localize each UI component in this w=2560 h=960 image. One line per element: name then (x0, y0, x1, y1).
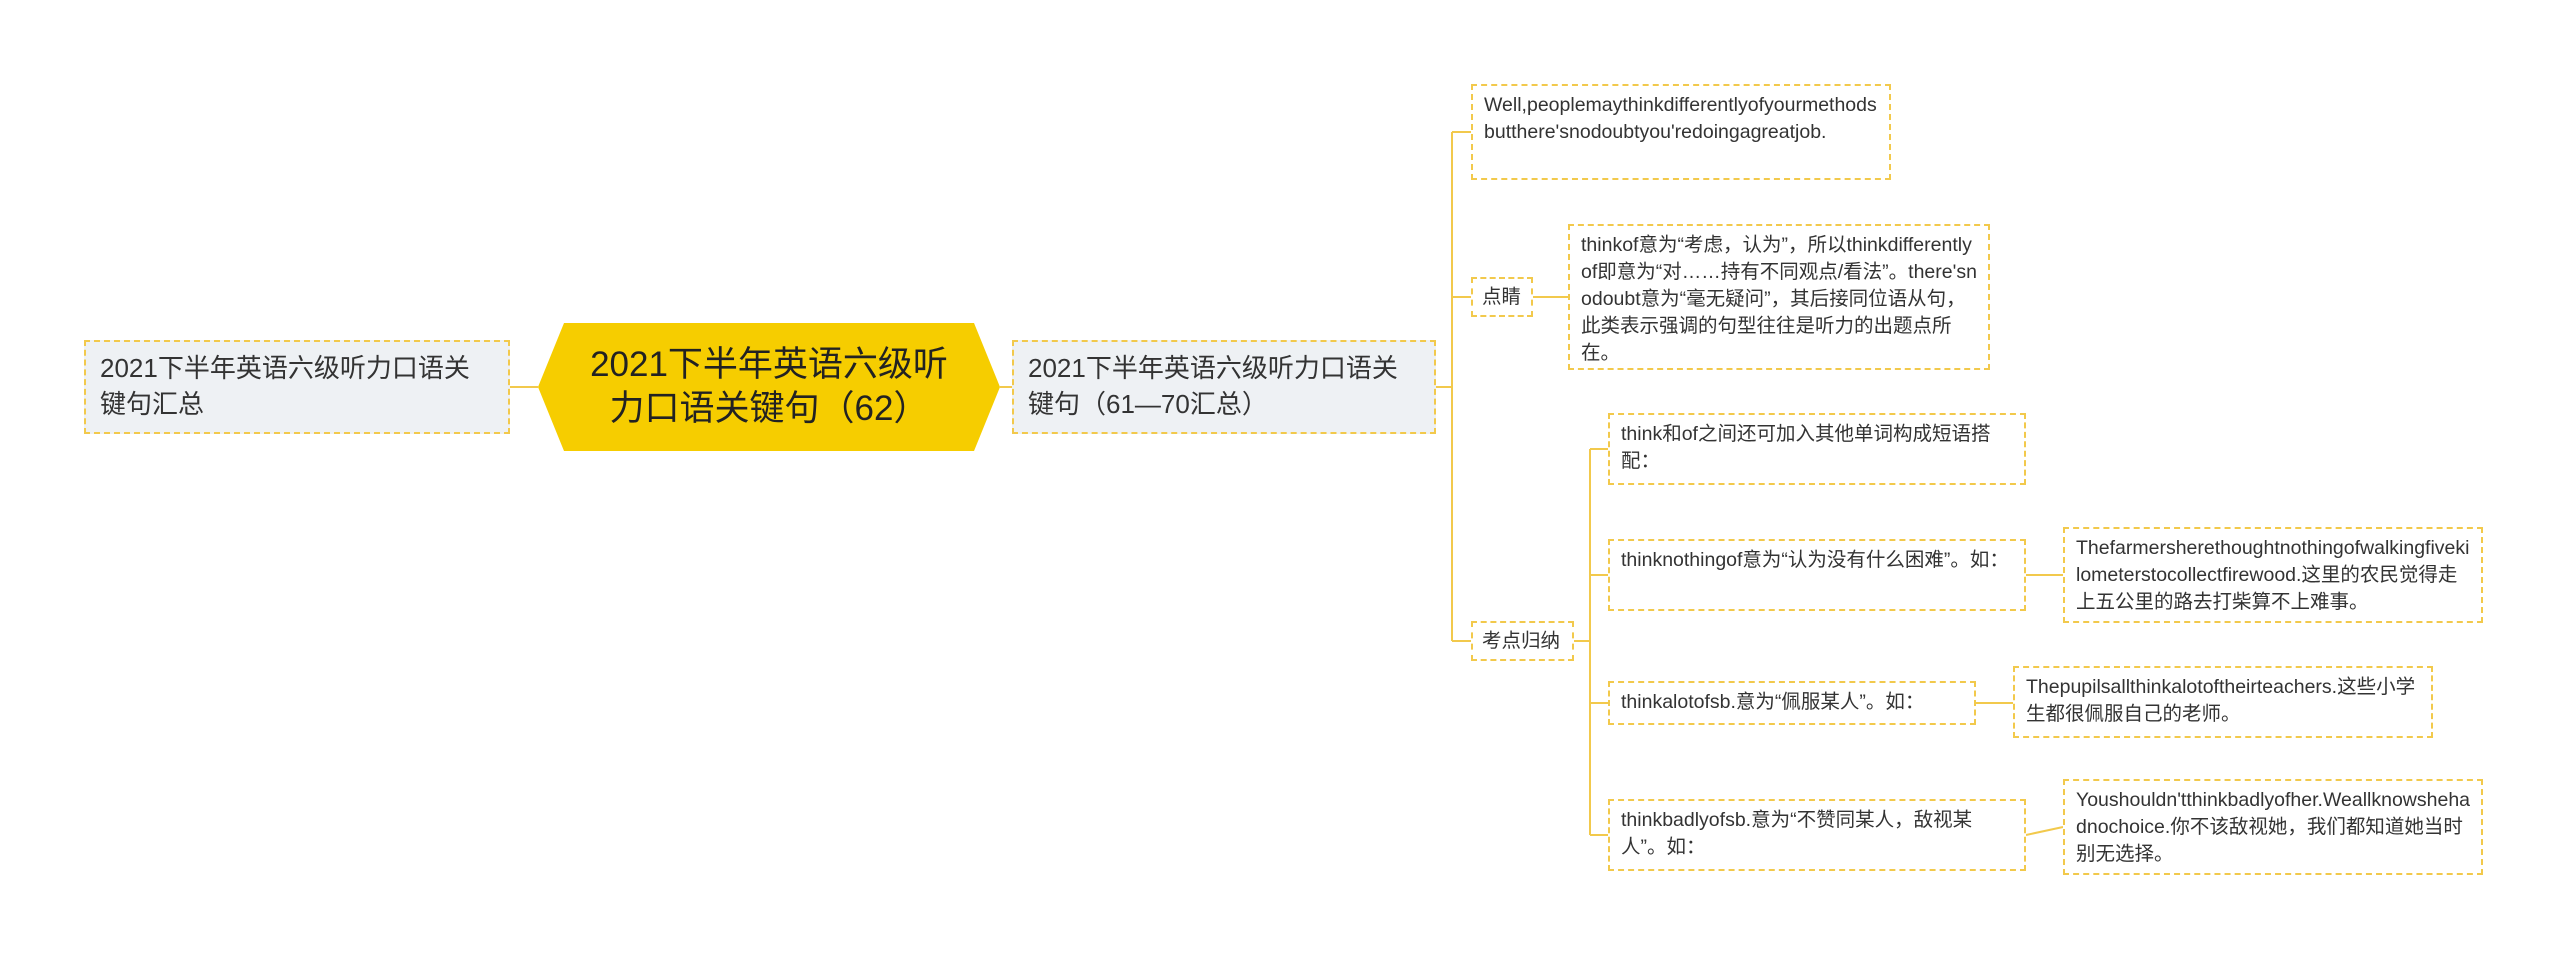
kaodian-item-node[interactable]: thinkbadlyofsb.意为“不赞同某人，敌视某人”。如： (1608, 799, 2026, 871)
left-node-label: 2021下半年英语六级听力口语关键句汇总 (100, 353, 470, 419)
example-node[interactable]: Thepupilsallthinkalotoftheirteachers.这些小… (2013, 666, 2433, 738)
dianjing-note-label: thinkof意为“考虑，认为”，所以thinkdifferentlyof即意为… (1581, 234, 1977, 364)
tag-kaodian-label: 考点归纳 (1482, 630, 1561, 652)
top-note-label: Well,peoplemaythinkdifferentlyofyourmeth… (1484, 94, 1877, 143)
left-node[interactable]: 2021下半年英语六级听力口语关键句汇总 (84, 340, 510, 434)
kaodian-item-label: think和of之间还可加入其他单词构成短语搭配： (1621, 423, 1991, 472)
kaodian-item-label: thinkalotofsb.意为“佩服某人”。如： (1621, 691, 1925, 713)
tag-dianjing-label: 点睛 (1482, 286, 1522, 308)
kaodian-item-node[interactable]: thinkalotofsb.意为“佩服某人”。如： (1608, 681, 1976, 725)
kaodian-item-label: thinkbadlyofsb.意为“不赞同某人，敌视某人”。如： (1621, 809, 1973, 858)
kaodian-item-label: thinknothingof意为“认为没有什么困难”。如： (1621, 549, 2009, 571)
dianjing-note-node[interactable]: thinkof意为“考虑，认为”，所以thinkdifferentlyof即意为… (1568, 224, 1990, 370)
tag-kaodian[interactable]: 考点归纳 (1471, 621, 1574, 661)
root-node-label: 2021下半年英语六级听力口语关键句（62） (590, 345, 948, 428)
connector-line (2025, 826, 2064, 836)
right-node-label: 2021下半年英语六级听力口语关键句（61—70汇总） (1028, 353, 1398, 419)
kaodian-item-node[interactable]: thinknothingof意为“认为没有什么困难”。如： (1608, 539, 2026, 611)
root-node[interactable]: 2021下半年英语六级听力口语关键句（62） (538, 323, 1000, 451)
example-label: Youshouldn'tthinkbadlyofher.Weallknowshe… (2076, 789, 2471, 865)
example-node[interactable]: Thefarmersherethoughtnothingofwalkingfiv… (2063, 527, 2483, 623)
right-node[interactable]: 2021下半年英语六级听力口语关键句（61—70汇总） (1012, 340, 1436, 434)
kaodian-item-node[interactable]: think和of之间还可加入其他单词构成短语搭配： (1608, 413, 2026, 485)
tag-dianjing[interactable]: 点睛 (1471, 277, 1533, 317)
mind-map-canvas: 2021下半年英语六级听力口语关键句（62） 2021下半年英语六级听力口语关键… (0, 0, 2560, 960)
example-label: Thepupilsallthinkalotoftheirteachers.这些小… (2026, 676, 2416, 725)
example-label: Thefarmersherethoughtnothingofwalkingfiv… (2076, 537, 2470, 613)
top-note-node[interactable]: Well,peoplemaythinkdifferentlyofyourmeth… (1471, 84, 1891, 180)
example-node[interactable]: Youshouldn'tthinkbadlyofher.Weallknowshe… (2063, 779, 2483, 875)
